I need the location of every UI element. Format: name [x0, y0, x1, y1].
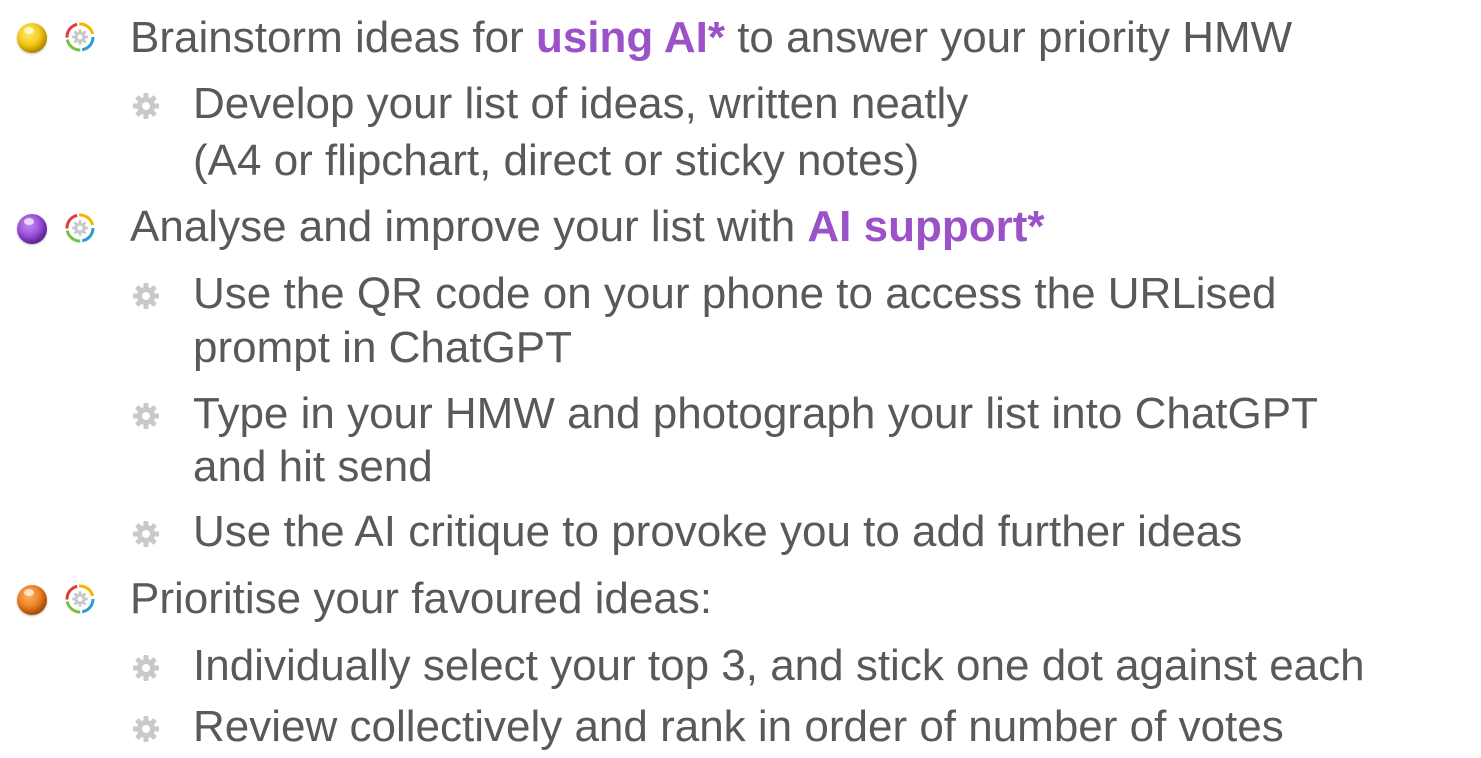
yellow-dot-icon — [17, 23, 47, 53]
gear-icon — [133, 93, 159, 119]
orange-dot-icon — [17, 585, 47, 615]
step-2-highlight: AI support* — [807, 202, 1045, 251]
gear-ring-icon — [65, 584, 95, 614]
gear-ring-icon — [65, 22, 95, 52]
gear-ring-icon — [65, 213, 95, 243]
step-1-highlight: using AI* — [535, 13, 725, 62]
step-1-sub-1-line-1: Develop your list of ideas, written neat… — [193, 79, 969, 128]
step-2-sub-3: Use the AI critique to provoke you to ad… — [193, 507, 1243, 556]
step-2-sub-2-line-1: Type in your HMW and photograph your lis… — [193, 389, 1318, 438]
step-1-sub-1-line-2: (A4 or flipchart, direct or sticky notes… — [193, 136, 920, 185]
step-3-heading: Prioritise your favoured ideas: — [130, 574, 713, 623]
step-2-sub-2-line-2: and hit send — [193, 442, 433, 491]
gear-icon — [133, 521, 159, 547]
step-2-heading: Analyse and improve your list with AI su… — [130, 202, 1045, 251]
gear-icon — [133, 283, 159, 309]
slide: Brainstorm ideas for using AI* to answer… — [0, 0, 1481, 758]
step-2-sub-1-line-2: prompt in ChatGPT — [193, 323, 573, 372]
step-1-heading: Brainstorm ideas for using AI* to answer… — [130, 13, 1293, 62]
purple-dot-icon — [17, 214, 47, 244]
gear-icon — [133, 716, 159, 742]
step-3-sub-2: Review collectively and rank in order of… — [193, 702, 1284, 751]
step-2-sub-1-line-1: Use the QR code on your phone to access … — [193, 269, 1277, 318]
gear-icon — [133, 655, 159, 681]
gear-icon — [133, 403, 159, 429]
step-3-sub-1: Individually select your top 3, and stic… — [193, 641, 1365, 690]
